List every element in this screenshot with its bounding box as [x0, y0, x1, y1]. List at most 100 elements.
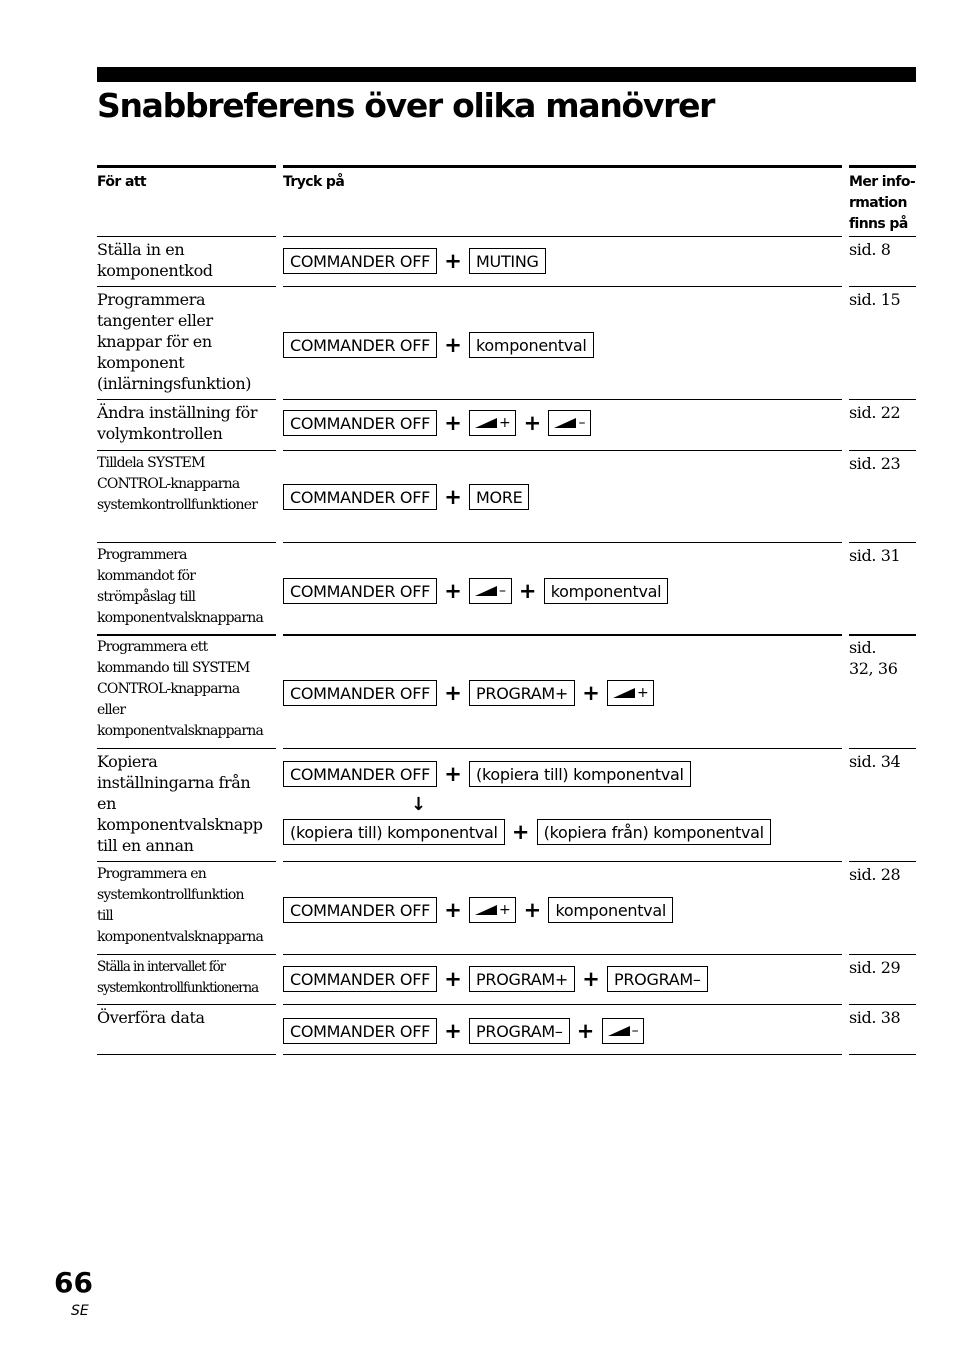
- key-button: (kopiera från) komponentval: [536, 819, 771, 845]
- row-divider: [283, 399, 842, 400]
- key-button: komponentval: [469, 332, 594, 358]
- header-more-info: Mer info- rmation finns på: [849, 165, 916, 235]
- action-line: Programmera: [97, 290, 206, 309]
- page-reference-line: sid. 8: [849, 240, 891, 259]
- plus-sign: +: [444, 249, 462, 273]
- action-description: Ställa in intervallet för systemkontrollf…: [97, 957, 279, 999]
- header-more-info-line: rmation: [849, 195, 907, 211]
- volume-sign: +: [637, 685, 649, 701]
- volume-down-icon: –: [554, 416, 585, 430]
- volume-sign: –: [631, 1023, 639, 1039]
- title-bar-rule: [97, 67, 916, 82]
- plus-sign: +: [444, 898, 462, 922]
- volume-sign: –: [578, 415, 586, 431]
- page-reference: sid. 22: [849, 402, 916, 423]
- page-reference-line: sid.: [849, 638, 877, 657]
- row-divider: [97, 450, 276, 451]
- plus-sign: +: [576, 1019, 595, 1043]
- plus-sign: +: [444, 579, 462, 603]
- action-line: knappar för en: [97, 332, 212, 351]
- row-divider: [283, 954, 842, 955]
- action-description: Tilldela SYSTEM CONTROL-knapparna systemko…: [97, 453, 279, 516]
- key-button: (kopiera till) komponentval: [283, 819, 505, 845]
- page-number: 66: [54, 1266, 93, 1299]
- key-button: MUTING: [469, 248, 546, 274]
- page-reference: sid. 23: [849, 453, 916, 474]
- action-description: Programmera en systemkontrollfunktion till…: [97, 864, 279, 948]
- key-button: COMMANDER OFF: [283, 680, 438, 706]
- action-description: Kopiera inställningarna från en komponentva…: [97, 751, 279, 856]
- key-volume-up: +: [469, 410, 517, 436]
- page-reference: sid. 15: [849, 289, 916, 310]
- key-button: COMMANDER OFF: [283, 578, 438, 604]
- plus-sign: +: [444, 681, 462, 705]
- key-button: PROGRAM+: [469, 680, 576, 706]
- action-line: komponentvalsknapparna: [97, 610, 264, 626]
- action-line: Programmera: [97, 547, 187, 563]
- volume-ramp-shape: [613, 688, 636, 698]
- row-divider: [97, 542, 276, 543]
- row-divider: [849, 236, 916, 237]
- action-line: till: [97, 908, 114, 924]
- key-volume-up: +: [607, 680, 655, 706]
- plus-sign: +: [582, 967, 600, 991]
- key-combination: COMMANDER OFF + – + komponentval: [283, 576, 669, 606]
- page-reference-line: sid. 15: [849, 290, 901, 309]
- key-button: COMMANDER OFF: [283, 410, 438, 436]
- header-more-info-line: Mer info-: [849, 174, 916, 190]
- key-button: COMMANDER OFF: [283, 761, 438, 787]
- volume-ramp-icon: [475, 586, 498, 596]
- action-line: Programmera en: [97, 866, 207, 882]
- volume-down-icon: –: [607, 1023, 639, 1039]
- row-divider: [283, 748, 842, 749]
- action-line: till en annan: [97, 836, 194, 855]
- action-line: tangenter eller: [97, 311, 213, 330]
- page-reference: sid. 38: [849, 1007, 916, 1028]
- action-line: inställningarna från: [97, 773, 251, 792]
- table-bottom-rule: [283, 1054, 842, 1055]
- action-description: Ställa in en komponentkod: [97, 239, 279, 281]
- row-divider: [97, 634, 276, 636]
- row-divider: [849, 286, 916, 287]
- key-button: PROGRAM–: [607, 966, 708, 992]
- volume-ramp-icon: [554, 418, 577, 428]
- plus-sign: +: [582, 681, 600, 705]
- plus-sign: +: [523, 898, 542, 922]
- row-divider: [97, 954, 276, 955]
- volume-sign: +: [499, 902, 511, 918]
- row-divider: [283, 236, 842, 237]
- key-combination: COMMANDER OFF + + + komponentval: [283, 895, 674, 925]
- page-reference: sid. 34: [849, 751, 916, 772]
- page-reference-line: 32, 36: [849, 659, 898, 678]
- row-divider: [97, 861, 276, 862]
- header-more-info-line: finns på: [849, 216, 908, 232]
- page-reference: sid. 29: [849, 957, 916, 978]
- key-button: komponentval: [548, 897, 674, 923]
- key-combination: COMMANDER OFF + PROGRAM+ + +: [283, 678, 655, 708]
- key-button: COMMANDER OFF: [283, 484, 438, 510]
- page-reference-line: sid. 28: [849, 865, 901, 884]
- volume-ramp-shape: [607, 1026, 630, 1036]
- key-volume-up: +: [469, 897, 517, 923]
- action-line: Ställa in intervallet för: [97, 959, 226, 975]
- volume-ramp-icon: [613, 688, 636, 698]
- row-divider: [849, 861, 916, 862]
- key-button: (kopiera till) komponentval: [469, 761, 691, 787]
- language-code: SE: [71, 1303, 89, 1319]
- table-bottom-rule: [97, 1054, 276, 1055]
- action-line: systemkontrollfunktionerna: [97, 980, 259, 996]
- row-divider: [849, 748, 916, 749]
- volume-ramp-icon: [475, 905, 498, 915]
- row-divider: [97, 236, 276, 237]
- header-press-label: Tryck på: [283, 174, 345, 190]
- page-reference-line: sid. 22: [849, 403, 901, 422]
- action-description: Ändra inställning för volymkontrollen: [97, 402, 279, 444]
- action-line: komponentvalsknapp: [97, 815, 263, 834]
- key-combination: COMMANDER OFF + + + –: [283, 408, 592, 438]
- key-combination: COMMANDER OFF + (kopiera till) komponentva…: [283, 759, 691, 789]
- action-description: Programmera kommandot för strömpåslag till…: [97, 545, 279, 629]
- action-line: Ändra inställning för: [97, 403, 258, 422]
- action-description: Överföra data: [97, 1007, 279, 1028]
- plus-sign: +: [444, 967, 462, 991]
- volume-up-icon: +: [613, 685, 649, 701]
